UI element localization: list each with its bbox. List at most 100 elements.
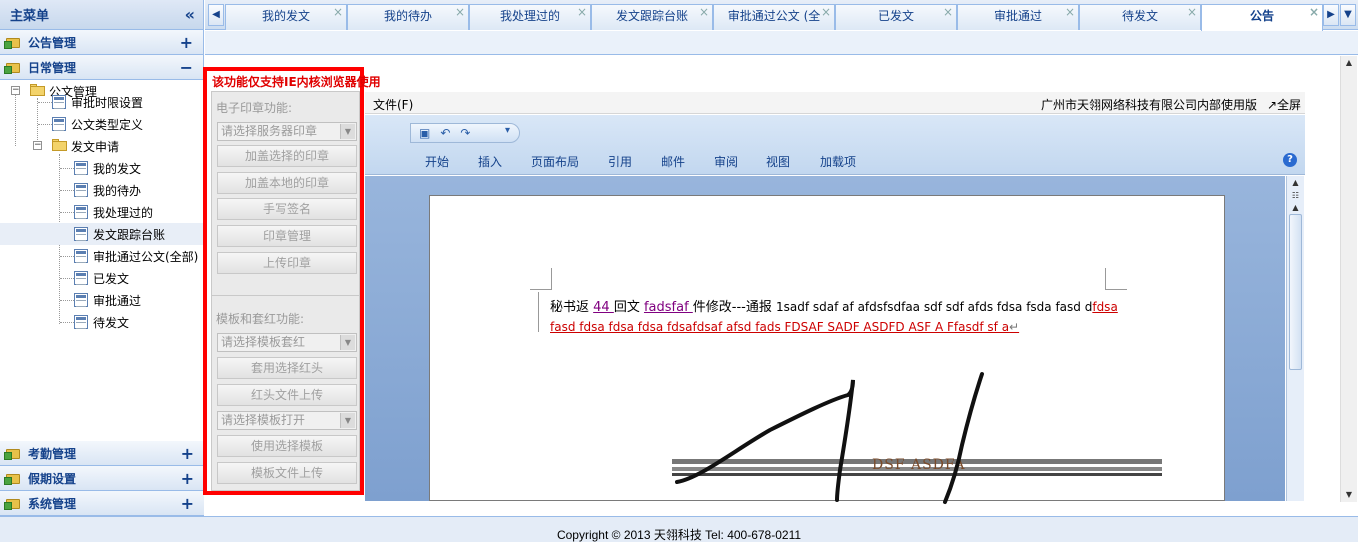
tree-item-label: 公文类型定义: [71, 117, 144, 132]
apply-selected-seal-button[interactable]: 加盖选择的印章: [217, 145, 357, 167]
chevron-up-icon[interactable]: ▲: [1341, 56, 1357, 70]
menu-section-system[interactable]: 系统管理 +: [0, 491, 204, 516]
template-red-select[interactable]: 请选择模板套红 ▼: [217, 333, 357, 352]
module-folder-icon: [4, 496, 22, 510]
tab-scroll-right-icon[interactable]: ▶: [1323, 4, 1339, 26]
menu-section-label: 假期设置: [28, 471, 77, 486]
seal-manage-button[interactable]: 印章管理: [217, 225, 357, 247]
ribbon-tab-home[interactable]: 开始: [425, 153, 449, 170]
select-value: 请选择模板打开: [221, 413, 306, 427]
menu-section-label: 日常管理: [28, 60, 77, 75]
tree-folder-dispatch[interactable]: − 发文申请: [0, 135, 203, 157]
close-icon[interactable]: ×: [821, 5, 831, 23]
close-icon[interactable]: ×: [1309, 5, 1319, 23]
apply-local-seal-button[interactable]: 加盖本地的印章: [217, 172, 357, 194]
file-menu[interactable]: 文件(F): [373, 96, 413, 113]
main-menu-title: 主菜单: [10, 9, 50, 24]
tree-item-approved[interactable]: 审批通过: [0, 289, 203, 311]
tab-approved[interactable]: 审批通过 ×: [957, 4, 1079, 30]
document-page[interactable]: 秘书返 44 回文 fadsfaf 件修改---通报 1sadf sdaf af…: [429, 195, 1225, 501]
collapse-menu-icon[interactable]: «: [185, 5, 195, 24]
help-icon[interactable]: ?: [1283, 153, 1297, 167]
tab-menu-icon[interactable]: ▼: [1340, 4, 1356, 26]
close-icon[interactable]: ×: [943, 5, 953, 23]
upload-seal-button[interactable]: 上传印章: [217, 252, 357, 274]
template-open-select[interactable]: 请选择模板打开 ▼: [217, 411, 357, 430]
close-icon[interactable]: ×: [1065, 5, 1075, 23]
divider: [212, 295, 359, 296]
ribbon-tab-insert[interactable]: 插入: [478, 153, 502, 170]
use-template-button[interactable]: 使用选择模板: [217, 435, 357, 457]
tree-item-doc-type[interactable]: 公文类型定义: [0, 113, 203, 135]
tab-label: 待发文: [1121, 9, 1158, 23]
tree-item-tracking-ledger[interactable]: 发文跟踪台账: [0, 223, 203, 245]
tab-pending-dispatch[interactable]: 待发文 ×: [1079, 4, 1201, 30]
tab-dispatched[interactable]: 已发文 ×: [835, 4, 957, 30]
redo-icon[interactable]: ↷: [460, 126, 470, 140]
ribbon-tab-view[interactable]: 视图: [766, 153, 790, 170]
tab-tracking-ledger[interactable]: 发文跟踪台账 ×: [591, 4, 713, 30]
tab-notice[interactable]: 公告 ×: [1201, 4, 1323, 31]
ribbon-tab-addins[interactable]: 加载项: [820, 153, 856, 170]
ribbon-tab-review[interactable]: 审阅: [714, 153, 738, 170]
stamp-text: DSF ASDFA: [872, 457, 966, 473]
upload-template-button[interactable]: 模板文件上传: [217, 462, 357, 484]
tree-item-pending-dispatch[interactable]: 待发文: [0, 311, 203, 333]
page-scrollbar[interactable]: ▲ ▼: [1340, 56, 1357, 502]
tab-my-todo[interactable]: 我的待办 ×: [347, 4, 469, 30]
ruler-toggle-icon[interactable]: ☷: [1289, 190, 1302, 202]
menu-section-holiday[interactable]: 假期设置 +: [0, 466, 204, 491]
tab-my-dispatch[interactable]: 我的发文 ×: [225, 4, 347, 30]
scrollbar-thumb[interactable]: [1289, 214, 1302, 370]
tab-approved-all[interactable]: 审批通过公文 (全 ×: [713, 4, 835, 30]
save-icon[interactable]: ▣: [419, 126, 430, 140]
tree-item-label: 已发文: [93, 271, 130, 286]
close-icon[interactable]: ×: [577, 5, 587, 23]
tree-item-dispatched[interactable]: 已发文: [0, 267, 203, 289]
page-icon: [74, 315, 88, 329]
ribbon-tab-mailings[interactable]: 邮件: [661, 153, 685, 170]
tree-collapse-icon[interactable]: −: [33, 141, 42, 150]
chevron-up-icon[interactable]: ▲: [1289, 202, 1302, 214]
tree-item-my-dispatch[interactable]: 我的发文: [0, 157, 203, 179]
page-icon: [74, 271, 88, 285]
chevron-down-icon[interactable]: ▼: [1341, 488, 1357, 502]
fullscreen-button[interactable]: ↗全屏: [1267, 96, 1301, 113]
ribbon-tab-layout[interactable]: 页面布局: [531, 153, 579, 170]
tree-item-label: 我处理过的: [93, 205, 154, 220]
close-icon[interactable]: ×: [1187, 5, 1197, 23]
tab-scroll-left-icon[interactable]: ◀: [208, 4, 224, 26]
page-icon: [74, 293, 88, 307]
menu-section-notice[interactable]: 公告管理 +: [0, 30, 203, 55]
collapse-icon[interactable]: −: [180, 58, 193, 77]
menu-section-attendance[interactable]: 考勤管理 +: [0, 441, 204, 466]
tree-item-processed[interactable]: 我处理过的: [0, 201, 203, 223]
expand-icon[interactable]: +: [180, 33, 193, 52]
copyright-text: Copyright © 2013 天翎科技 Tel: 400-678-0211: [556, 528, 802, 542]
undo-icon[interactable]: ↶: [440, 126, 450, 140]
tab-processed[interactable]: 我处理过的 ×: [469, 4, 591, 30]
expand-icon[interactable]: +: [181, 469, 194, 488]
chevron-up-icon[interactable]: ▲: [1289, 177, 1302, 189]
expand-icon[interactable]: +: [181, 444, 194, 463]
close-icon[interactable]: ×: [699, 5, 709, 23]
close-icon[interactable]: ×: [333, 5, 343, 23]
upload-red-header-button[interactable]: 红头文件上传: [217, 384, 357, 406]
handwrite-sign-button[interactable]: 手写签名: [217, 198, 357, 220]
apply-red-header-button[interactable]: 套用选择红头: [217, 357, 357, 379]
server-seal-select[interactable]: 请选择服务器印章 ▼: [217, 122, 357, 141]
document-scrollbar[interactable]: ▲ ☷ ▲: [1286, 176, 1304, 501]
page-icon: [74, 161, 88, 175]
tree-item-approved-all[interactable]: 审批通过公文(全部): [0, 245, 203, 267]
tree-item-deadline-settings[interactable]: 审批时限设置: [0, 91, 203, 113]
ribbon-tab-references[interactable]: 引用: [608, 153, 632, 170]
paragraph-mark: ↵: [1009, 320, 1020, 334]
tab-label: 我处理过的: [499, 9, 560, 23]
doc-text: 1sadf sdaf af afdsfsdfaa sdf sdf afds fd…: [776, 300, 1093, 314]
close-icon[interactable]: ×: [455, 5, 465, 23]
tree-item-my-todo[interactable]: 我的待办: [0, 179, 203, 201]
menu-section-daily[interactable]: 日常管理 −: [0, 55, 203, 80]
doc-text-revision: fadsfaf: [643, 300, 693, 315]
expand-icon[interactable]: +: [181, 494, 194, 513]
customize-toolbar-icon[interactable]: ▾: [505, 125, 510, 136]
